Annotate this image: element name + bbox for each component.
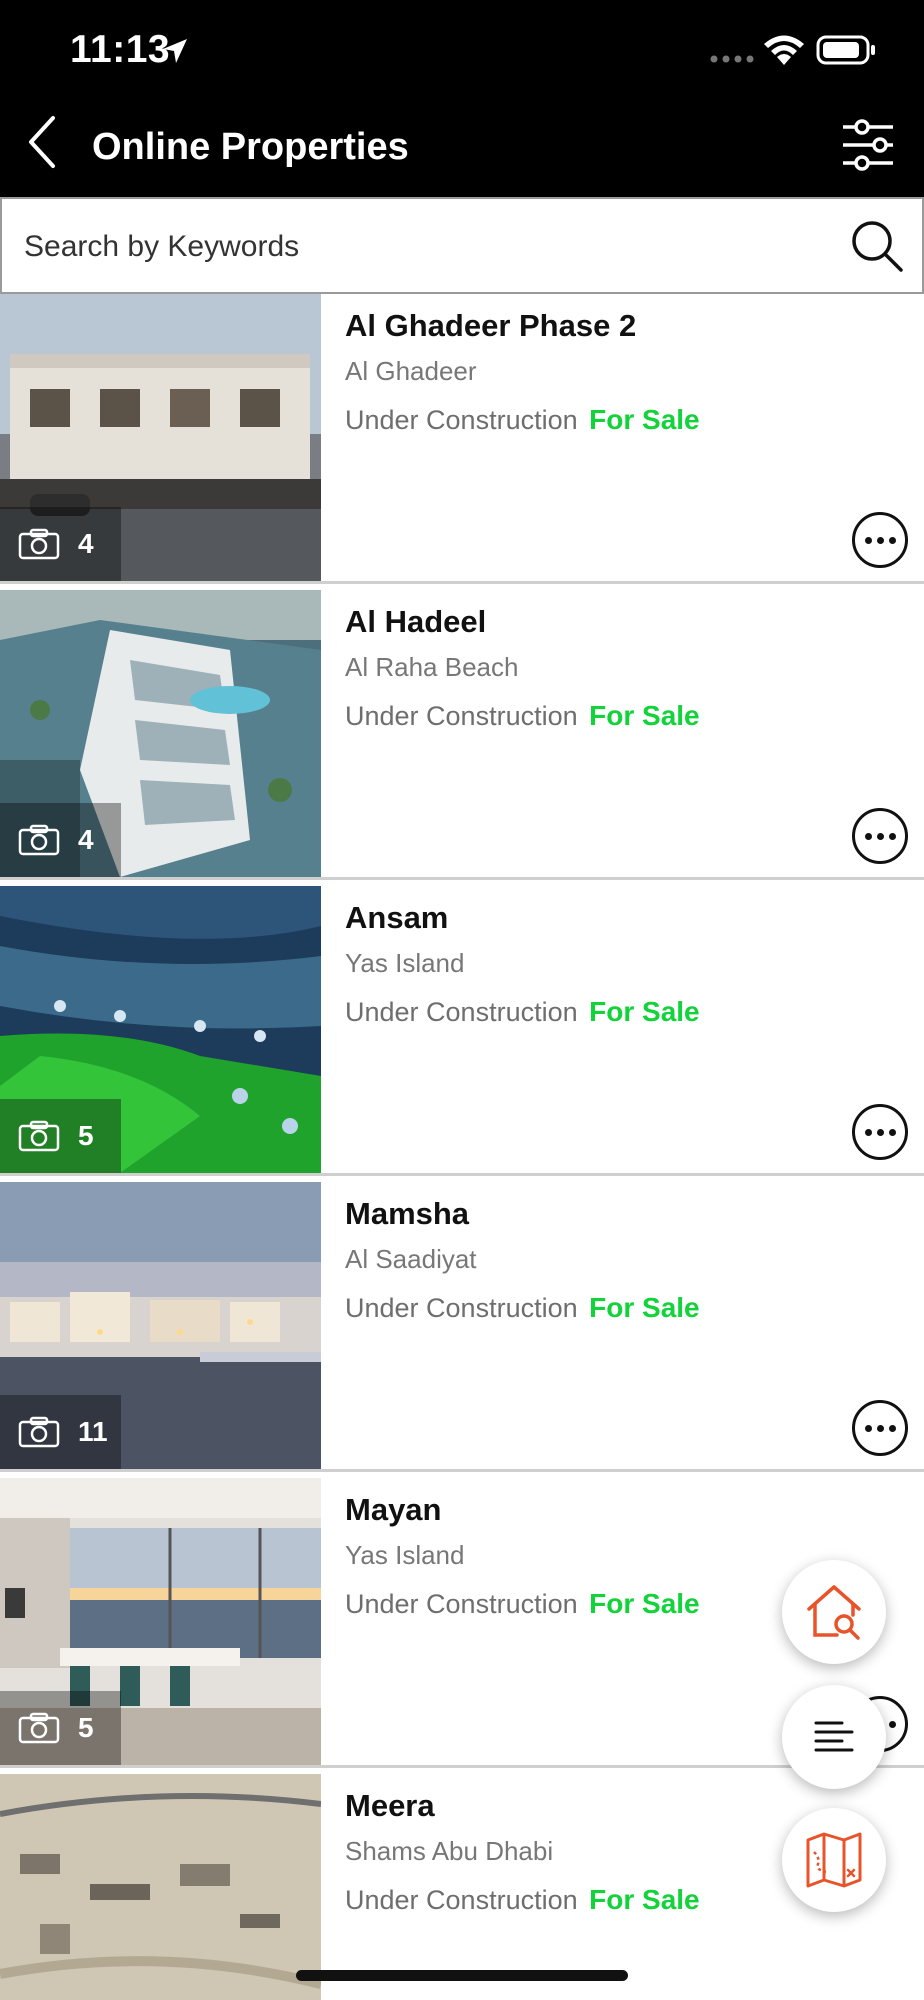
- property-location: Al Raha Beach: [345, 652, 519, 682]
- property-status: Under Construction For Sale: [345, 1588, 700, 1620]
- more-options-button[interactable]: [852, 512, 908, 568]
- search-icon[interactable]: [848, 217, 906, 275]
- construction-status: Under Construction: [345, 1885, 578, 1915]
- property-location: Al Ghadeer: [345, 356, 477, 386]
- photo-count: 11: [78, 1416, 108, 1447]
- more-options-button[interactable]: [852, 1400, 908, 1456]
- property-card[interactable]: Meera Shams Abu Dhabi Under Construction…: [0, 1774, 924, 2000]
- construction-status: Under Construction: [345, 1293, 578, 1323]
- photo-count: 4: [78, 824, 94, 855]
- home-indicator: [296, 1970, 628, 1981]
- photo-count-badge: 4: [0, 803, 121, 877]
- top-bar: 11:13 Online Properties: [0, 0, 924, 197]
- property-status: Under Construction For Sale: [345, 700, 700, 732]
- property-image[interactable]: 4: [0, 294, 321, 581]
- property-card[interactable]: 4 Al Ghadeer Phase 2 Al Ghadeer Under Co…: [0, 294, 924, 584]
- map-view-button[interactable]: [782, 1808, 886, 1912]
- property-status: Under Construction For Sale: [345, 1884, 700, 1916]
- sale-status: For Sale: [589, 700, 700, 731]
- property-name: Ansam: [345, 900, 449, 935]
- photo-count-badge: 5: [0, 1099, 121, 1173]
- more-options-button[interactable]: [852, 808, 908, 864]
- camera-icon: [18, 1416, 60, 1448]
- sale-status: For Sale: [589, 404, 700, 435]
- battery-icon: [816, 35, 875, 65]
- construction-status: Under Construction: [345, 701, 578, 731]
- photo-count-badge: 5: [0, 1691, 121, 1765]
- property-image[interactable]: 4: [0, 590, 321, 877]
- property-name: Mamsha: [345, 1196, 470, 1231]
- wifi-icon: [764, 35, 804, 65]
- sale-status: For Sale: [589, 996, 700, 1027]
- property-location: Shams Abu Dhabi: [345, 1836, 554, 1866]
- status-time: 11:13: [70, 28, 171, 71]
- property-status: Under Construction For Sale: [345, 404, 700, 436]
- list-view-button[interactable]: [782, 1685, 886, 1789]
- property-image[interactable]: 11: [0, 1182, 321, 1469]
- property-image[interactable]: 5: [0, 886, 321, 1173]
- property-card[interactable]: 5 Ansam Yas Island Under Construction Fo…: [0, 886, 924, 1176]
- sale-status: For Sale: [589, 1292, 700, 1323]
- property-location: Yas Island: [345, 1540, 465, 1570]
- property-card[interactable]: 4 Al Hadeel Al Raha Beach Under Construc…: [0, 590, 924, 880]
- property-name: Mayan: [345, 1492, 442, 1527]
- more-options-button[interactable]: [852, 1104, 908, 1160]
- property-name: Meera: [345, 1788, 435, 1823]
- property-status: Under Construction For Sale: [345, 1292, 700, 1324]
- property-status: Under Construction For Sale: [345, 996, 700, 1028]
- home-search-button[interactable]: [782, 1560, 886, 1664]
- photo-count: 5: [78, 1120, 94, 1151]
- property-name: Al Hadeel: [345, 604, 487, 639]
- list-icon: [814, 1721, 854, 1752]
- back-button[interactable]: [22, 112, 62, 172]
- page-title: Online Properties: [92, 126, 409, 168]
- search-bar: [0, 197, 924, 294]
- camera-icon: [18, 824, 60, 856]
- property-image[interactable]: 5: [0, 1478, 321, 1765]
- construction-status: Under Construction: [345, 1589, 578, 1619]
- sale-status: For Sale: [589, 1588, 700, 1619]
- search-input[interactable]: [24, 215, 824, 279]
- chevron-left-icon: [29, 116, 55, 168]
- property-location: Al Saadiyat: [345, 1244, 477, 1274]
- photo-count: 5: [78, 1712, 94, 1743]
- camera-icon: [18, 528, 60, 560]
- property-image[interactable]: [0, 1774, 321, 2000]
- construction-status: Under Construction: [345, 997, 578, 1027]
- camera-icon: [18, 1120, 60, 1152]
- camera-icon: [18, 1712, 60, 1744]
- map-icon: [806, 1832, 862, 1888]
- construction-status: Under Construction: [345, 405, 578, 435]
- home-search-icon: [807, 1585, 861, 1640]
- property-card[interactable]: 11 Mamsha Al Saadiyat Under Construction…: [0, 1182, 924, 1472]
- property-location: Yas Island: [345, 948, 465, 978]
- location-arrow-icon: [163, 39, 187, 63]
- photo-count-badge: 4: [0, 507, 121, 581]
- photo-count: 4: [78, 528, 94, 559]
- property-name: Al Ghadeer Phase 2: [345, 308, 637, 343]
- photo-count-badge: 11: [0, 1395, 121, 1469]
- sale-status: For Sale: [589, 1884, 700, 1915]
- signal-icon: [710, 55, 754, 63]
- sliders-icon[interactable]: [840, 117, 896, 173]
